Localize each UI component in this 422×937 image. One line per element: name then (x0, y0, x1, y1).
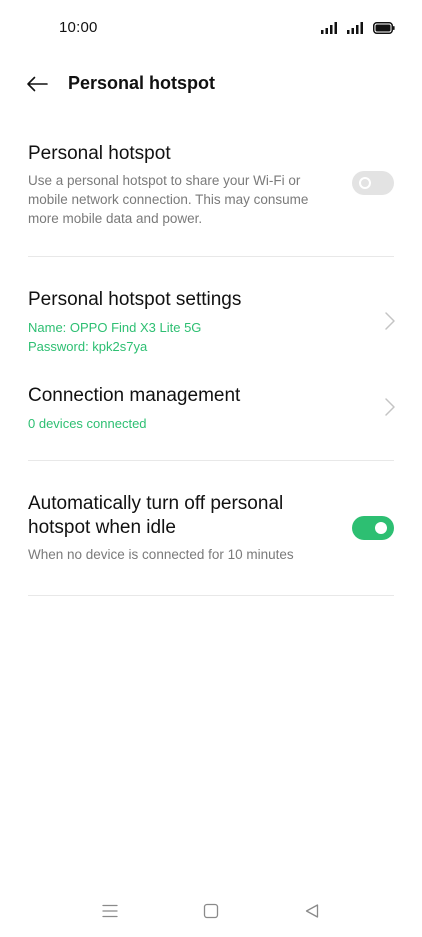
navigation-bar (0, 895, 422, 927)
toggle-knob (359, 177, 371, 189)
hotspot-title: Personal hotspot (28, 143, 171, 164)
home-square-icon (203, 903, 219, 919)
connection-status: 0 devices connected (28, 416, 147, 431)
status-bar: 10:00 (0, 0, 422, 56)
signal-icon (321, 22, 337, 34)
auto-off-title: Automatically turn off personal hotspot … (28, 493, 284, 538)
back-button[interactable] (22, 70, 52, 98)
signal-icon (347, 22, 363, 34)
hotspot-row[interactable]: Personal hotspot Use a personal hotspot … (0, 140, 422, 236)
page-title: Personal hotspot (68, 73, 216, 93)
menu-icon (102, 904, 118, 918)
auto-off-row[interactable]: Automatically turn off personal hotspot … (0, 490, 422, 570)
auto-off-toggle[interactable] (352, 516, 394, 540)
hotspot-description: Use a personal hotspot to share your Wi-… (28, 173, 309, 226)
hotspot-settings-title: Personal hotspot settings (28, 289, 242, 310)
status-time: 10:00 (59, 19, 98, 36)
divider (28, 256, 394, 257)
arrow-left-icon (27, 76, 48, 92)
chevron-right-icon (385, 312, 395, 330)
toggle-knob (375, 522, 387, 534)
chevron-right-icon (385, 398, 395, 416)
status-icons (321, 20, 395, 36)
divider (28, 595, 394, 596)
divider (28, 460, 394, 461)
auto-off-description: When no device is connected for 10 minut… (28, 547, 294, 562)
connection-management-title: Connection management (28, 385, 241, 406)
home-button[interactable] (199, 899, 223, 923)
battery-icon (373, 22, 395, 34)
hotspot-password: Password: kpk2s7ya (28, 339, 148, 354)
back-triangle-icon (305, 904, 319, 918)
nav-back-button[interactable] (300, 899, 324, 923)
connection-management-row[interactable]: Connection management 0 devices connecte… (0, 382, 422, 438)
hotspot-toggle[interactable] (352, 171, 394, 195)
hotspot-settings-row[interactable]: Personal hotspot settings Name: OPPO Fin… (0, 286, 422, 358)
hotspot-name: Name: OPPO Find X3 Lite 5G (28, 320, 202, 335)
menu-button[interactable] (98, 899, 122, 923)
header: Personal hotspot (0, 64, 422, 104)
